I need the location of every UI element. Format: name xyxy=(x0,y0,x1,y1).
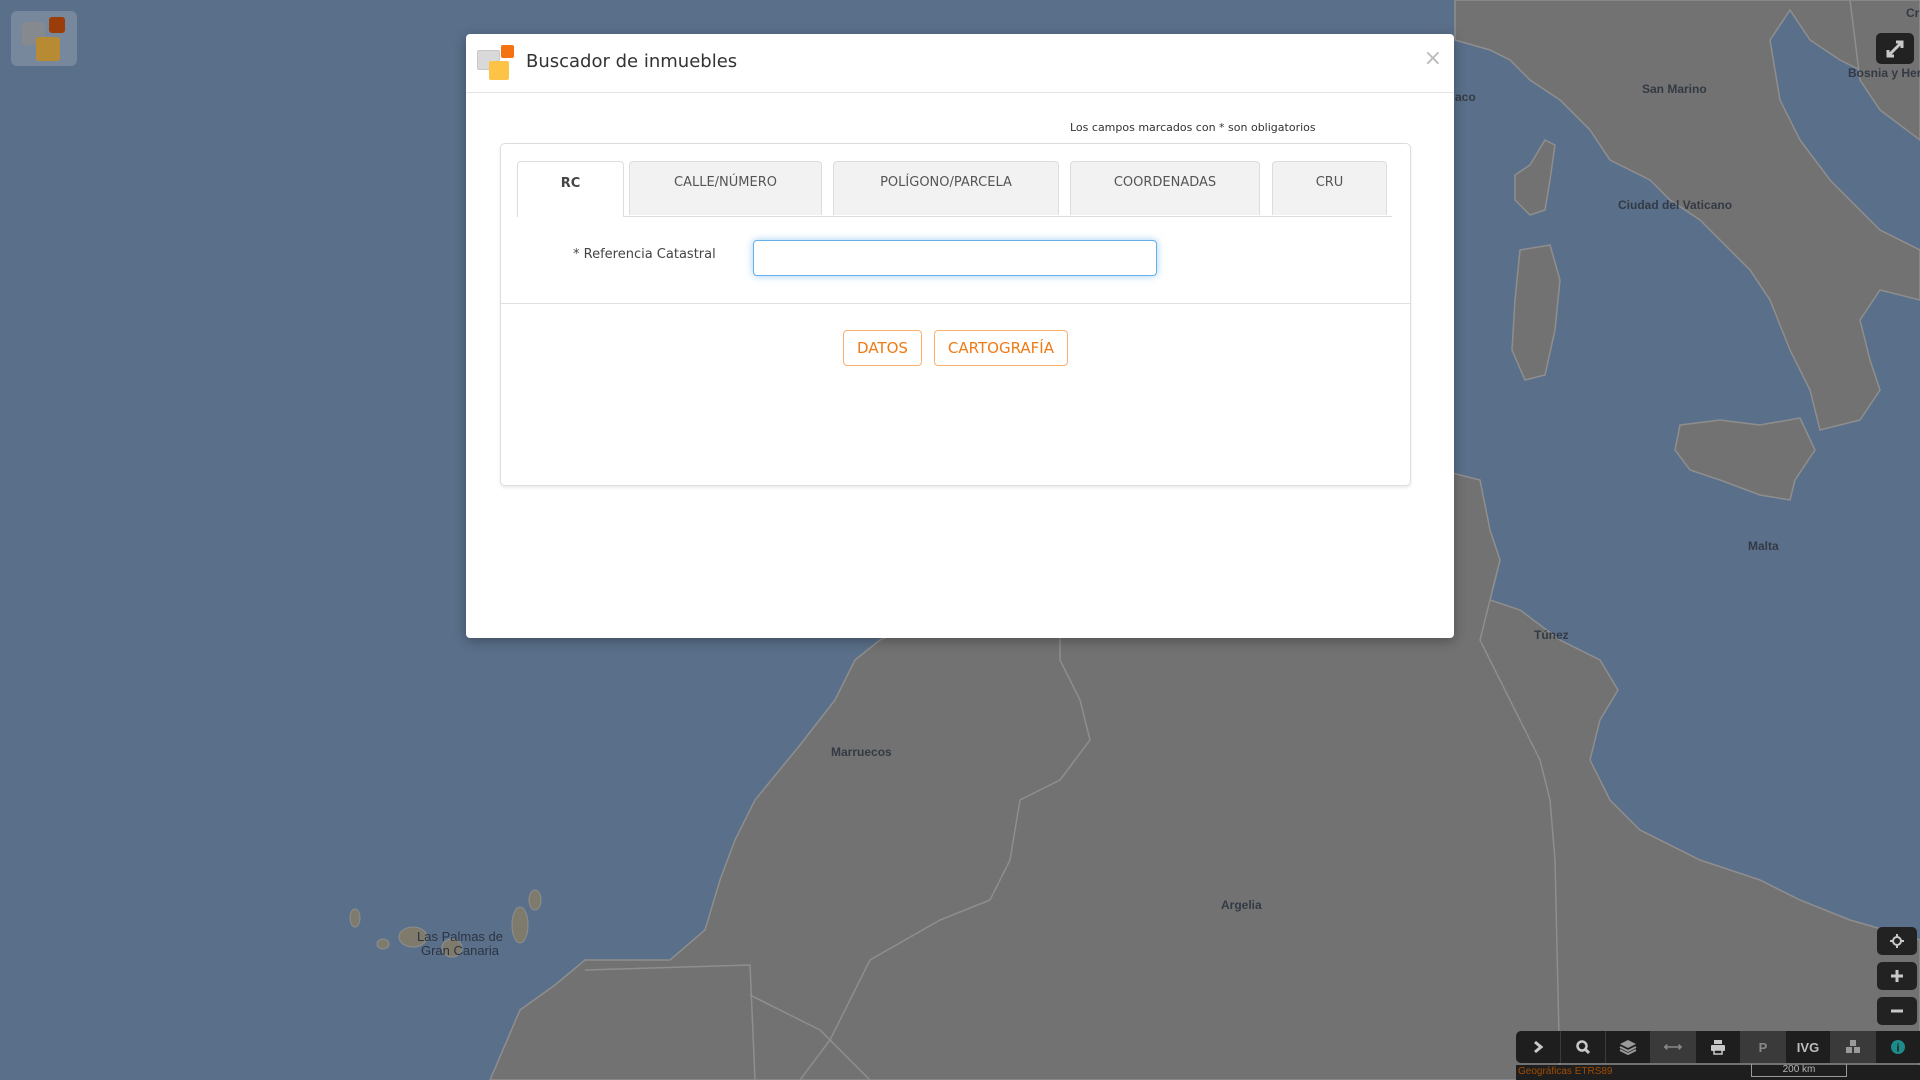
logo-square-orange xyxy=(49,17,65,33)
toolbar-ivg-button[interactable]: IVG xyxy=(1786,1031,1831,1063)
parcel-pin-icon: P xyxy=(1758,1039,1768,1055)
map-label-monaco: aco xyxy=(1455,90,1476,104)
toolbar-3d-button[interactable] xyxy=(1831,1031,1876,1063)
search-tabs: RC CALLE/NÚMERO POLÍGONO/PARCELA COORDEN… xyxy=(517,161,1392,217)
info-icon: i xyxy=(1891,1040,1905,1055)
toolbar-parcel-button[interactable]: P xyxy=(1741,1031,1786,1063)
tab-coordenadas[interactable]: COORDENADAS xyxy=(1070,161,1260,215)
svg-text:i: i xyxy=(1896,1043,1899,1055)
search-form-panel: RC CALLE/NÚMERO POLÍGONO/PARCELA COORDEN… xyxy=(500,143,1411,486)
dialog-header: Buscador de inmuebles × xyxy=(466,34,1454,93)
locate-button[interactable] xyxy=(1877,927,1917,955)
measure-icon: ⟷ xyxy=(1663,1039,1683,1054)
divider xyxy=(501,303,1410,304)
map-label-marruecos: Marruecos xyxy=(831,745,892,759)
crs-label[interactable]: Geográficas ETRS89 xyxy=(1518,1066,1613,1077)
map-label-argelia: Argelia xyxy=(1221,898,1262,912)
minus-icon xyxy=(1891,1009,1903,1013)
referencia-catastral-label: * Referencia Catastral xyxy=(573,247,716,262)
expand-icon xyxy=(1886,40,1904,57)
tab-cru[interactable]: CRU xyxy=(1272,161,1387,215)
map-label-las-palmas: Las Palmas de Gran Canaria xyxy=(417,929,503,958)
toolbar-search-button[interactable] xyxy=(1561,1031,1606,1063)
toolbar-expand-button[interactable] xyxy=(1516,1031,1561,1063)
zoom-in-button[interactable] xyxy=(1877,962,1917,990)
referencia-catastral-input[interactable] xyxy=(753,240,1157,276)
app-logo[interactable] xyxy=(11,11,77,66)
map-label-tunez: Túnez xyxy=(1534,628,1569,642)
chevron-right-icon xyxy=(1534,1040,1544,1054)
map-label-croacia: Cr xyxy=(1906,6,1920,20)
datos-button[interactable]: DATOS xyxy=(843,330,922,366)
action-buttons: DATOS CARTOGRAFÍA xyxy=(501,330,1410,366)
cartografia-button[interactable]: CARTOGRAFÍA xyxy=(933,330,1068,366)
map-label-bosnia: Bosnia y Her xyxy=(1848,66,1920,80)
fullscreen-button[interactable] xyxy=(1876,33,1914,64)
toolbar-layers-button[interactable] xyxy=(1606,1031,1651,1063)
toolbar-measure-button[interactable]: ⟷ xyxy=(1651,1031,1696,1063)
dialog-title: Buscador de inmuebles xyxy=(526,51,738,72)
tab-calle-numero[interactable]: CALLE/NÚMERO xyxy=(629,161,822,215)
layers-icon xyxy=(1619,1040,1637,1055)
map-toolbar: ⟷ P IVG i xyxy=(1516,1031,1920,1063)
toolbar-info-button[interactable]: i xyxy=(1876,1031,1920,1063)
ivg-icon: IVG xyxy=(1796,1039,1820,1055)
close-icon[interactable]: × xyxy=(1424,48,1442,70)
required-fields-note: Los campos marcados con * son obligatori… xyxy=(1070,121,1316,134)
scale-bar: 200 km xyxy=(1751,1064,1847,1077)
print-icon xyxy=(1711,1040,1725,1055)
map-label-san-marino: San Marino xyxy=(1642,82,1707,96)
tab-poligono-parcela[interactable]: POLÍGONO/PARCELA xyxy=(833,161,1059,215)
toolbar-print-button[interactable] xyxy=(1696,1031,1741,1063)
map-label-malta: Malta xyxy=(1748,539,1779,553)
zoom-out-button[interactable] xyxy=(1877,997,1917,1025)
property-search-dialog: Buscador de inmuebles × Los campos marca… xyxy=(466,34,1454,638)
logo-square-yellow xyxy=(36,37,60,61)
crosshair-icon xyxy=(1890,934,1904,948)
catastro-logo-icon xyxy=(477,44,515,82)
search-icon xyxy=(1576,1040,1591,1055)
cubes-icon xyxy=(1846,1040,1860,1053)
plus-icon xyxy=(1891,970,1903,982)
map-label-ciudad-del-vaticano: Ciudad del Vaticano xyxy=(1618,198,1733,212)
tab-rc[interactable]: RC xyxy=(517,161,624,217)
